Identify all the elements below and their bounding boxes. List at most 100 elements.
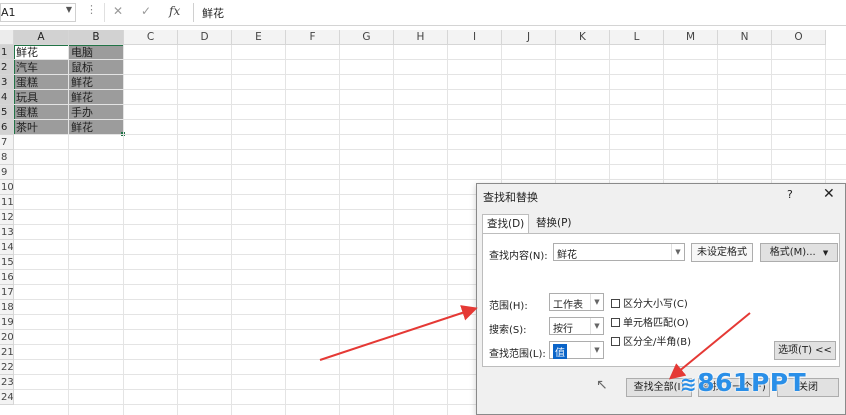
cell-a3[interactable]: 蛋糕: [14, 75, 38, 90]
cell-b6[interactable]: 鲜花: [69, 120, 93, 135]
select-all-corner[interactable]: [0, 30, 14, 45]
cancel-icon[interactable]: ✕: [113, 4, 123, 18]
row-header-22[interactable]: 22: [0, 360, 14, 375]
cell-a2[interactable]: 汽车: [14, 60, 38, 75]
row-header-5[interactable]: 5: [0, 105, 14, 120]
column-header-a[interactable]: A: [14, 30, 69, 45]
row-header-1[interactable]: 1: [0, 45, 14, 60]
cell-a6[interactable]: 茶叶: [14, 120, 38, 135]
enter-icon[interactable]: ✓: [141, 4, 151, 18]
cell-b1[interactable]: 电脑: [69, 45, 93, 60]
match-width-label: 区分全/半角(B): [623, 337, 692, 348]
match-width-checkbox[interactable]: 区分全/半角(B): [611, 333, 691, 348]
chevron-down-icon[interactable]: ▼: [66, 5, 72, 14]
row-header-12[interactable]: 12: [0, 210, 14, 225]
search-value: 按行: [553, 324, 573, 335]
tab-find[interactable]: 查找(D): [482, 214, 530, 234]
look-in-value: 值: [553, 344, 567, 359]
column-header-m[interactable]: M: [664, 30, 718, 45]
gridline-horizontal: [14, 104, 846, 105]
match-case-checkbox[interactable]: 区分大小写(C): [611, 295, 688, 310]
column-header-b[interactable]: B: [69, 30, 124, 45]
find-what-input[interactable]: 鲜花 ▼: [553, 243, 685, 261]
find-what-value: 鲜花: [557, 250, 577, 261]
cell-a5[interactable]: 蛋糕: [14, 105, 38, 120]
row-header-13[interactable]: 13: [0, 225, 14, 240]
row-header-9[interactable]: 9: [0, 165, 14, 180]
column-header-i[interactable]: I: [448, 30, 502, 45]
row-header-6[interactable]: 6: [0, 120, 14, 135]
look-in-label: 查找范围(L):: [489, 349, 546, 360]
dialog-title: 查找和替换: [483, 191, 538, 204]
name-box[interactable]: A1 ▼: [0, 3, 76, 22]
checkbox-icon: [611, 337, 620, 346]
row-header-2[interactable]: 2: [0, 60, 14, 75]
row-header-8[interactable]: 8: [0, 150, 14, 165]
format-button[interactable]: 格式(M)... ▼: [760, 243, 838, 262]
row-header-10[interactable]: 10: [0, 180, 14, 195]
column-header-o[interactable]: O: [772, 30, 826, 45]
chevron-down-icon[interactable]: ▼: [590, 342, 603, 358]
column-header-d[interactable]: D: [178, 30, 232, 45]
row-header-18[interactable]: 18: [0, 300, 14, 315]
cell-b5[interactable]: 手办: [69, 105, 93, 120]
column-header-e[interactable]: E: [232, 30, 286, 45]
column-header-f[interactable]: F: [286, 30, 340, 45]
row-header-21[interactable]: 21: [0, 345, 14, 360]
match-case-label: 区分大小写(C): [623, 299, 688, 310]
row-header-16[interactable]: 16: [0, 270, 14, 285]
row-header-20[interactable]: 20: [0, 330, 14, 345]
row-header-23[interactable]: 23: [0, 375, 14, 390]
cell-b4[interactable]: 鲜花: [69, 90, 93, 105]
within-select[interactable]: 工作表 ▼: [549, 293, 604, 311]
chevron-down-icon[interactable]: ▼: [590, 318, 603, 334]
column-header-c[interactable]: C: [124, 30, 178, 45]
gridline-horizontal: [14, 134, 846, 135]
row-header-4[interactable]: 4: [0, 90, 14, 105]
cell-b2[interactable]: 鼠标: [69, 60, 93, 75]
column-header-l[interactable]: L: [610, 30, 664, 45]
column-header-g[interactable]: G: [340, 30, 394, 45]
chevron-down-icon[interactable]: ▼: [671, 244, 684, 260]
column-header-j[interactable]: J: [502, 30, 556, 45]
chevron-down-icon[interactable]: ▼: [590, 294, 603, 310]
insert-function-icon[interactable]: fx: [169, 4, 180, 18]
watermark-text: 861PPT: [697, 368, 807, 397]
formula-buttons: ✕ ✓ fx: [104, 3, 188, 22]
cell-a1[interactable]: 鲜花: [14, 45, 38, 60]
column-header-k[interactable]: K: [556, 30, 610, 45]
row-header-7[interactable]: 7: [0, 135, 14, 150]
more-icon[interactable]: ⋮: [86, 3, 97, 16]
gridline-horizontal: [14, 89, 846, 90]
find-what-label: 查找内容(N):: [489, 251, 548, 262]
options-button[interactable]: 选项(T) <<: [774, 341, 836, 360]
match-cell-label: 单元格匹配(O): [623, 318, 689, 329]
gridline-horizontal: [14, 59, 846, 60]
within-label: 范围(H):: [489, 301, 528, 312]
row-header-24[interactable]: 24: [0, 390, 14, 405]
close-icon[interactable]: ✕: [823, 186, 835, 202]
row-header-14[interactable]: 14: [0, 240, 14, 255]
cell-b3[interactable]: 鲜花: [69, 75, 93, 90]
row-header-11[interactable]: 11: [0, 195, 14, 210]
gridline-horizontal: [14, 149, 846, 150]
formula-content: 鲜花: [202, 7, 224, 20]
cell-a4[interactable]: 玩具: [14, 90, 38, 105]
gridline-horizontal: [14, 179, 846, 180]
column-header-h[interactable]: H: [394, 30, 448, 45]
format-button-label: 格式(M)...: [769, 247, 816, 258]
row-header-19[interactable]: 19: [0, 315, 14, 330]
help-button[interactable]: ?: [787, 188, 793, 201]
look-in-select[interactable]: 值 ▼: [549, 341, 604, 359]
match-cell-checkbox[interactable]: 单元格匹配(O): [611, 314, 689, 329]
find-panel: 查找内容(N): 鲜花 ▼ 未设定格式 格式(M)... ▼ 范围(H): 工作…: [482, 233, 840, 367]
row-header-17[interactable]: 17: [0, 285, 14, 300]
row-header-15[interactable]: 15: [0, 255, 14, 270]
chevron-down-icon[interactable]: ▼: [823, 249, 828, 257]
formula-input[interactable]: 鲜花: [193, 3, 846, 22]
tab-replace[interactable]: 替换(P): [532, 214, 576, 233]
search-select[interactable]: 按行 ▼: [549, 317, 604, 335]
layers-icon: ≋: [680, 372, 698, 396]
row-header-3[interactable]: 3: [0, 75, 14, 90]
column-header-n[interactable]: N: [718, 30, 772, 45]
